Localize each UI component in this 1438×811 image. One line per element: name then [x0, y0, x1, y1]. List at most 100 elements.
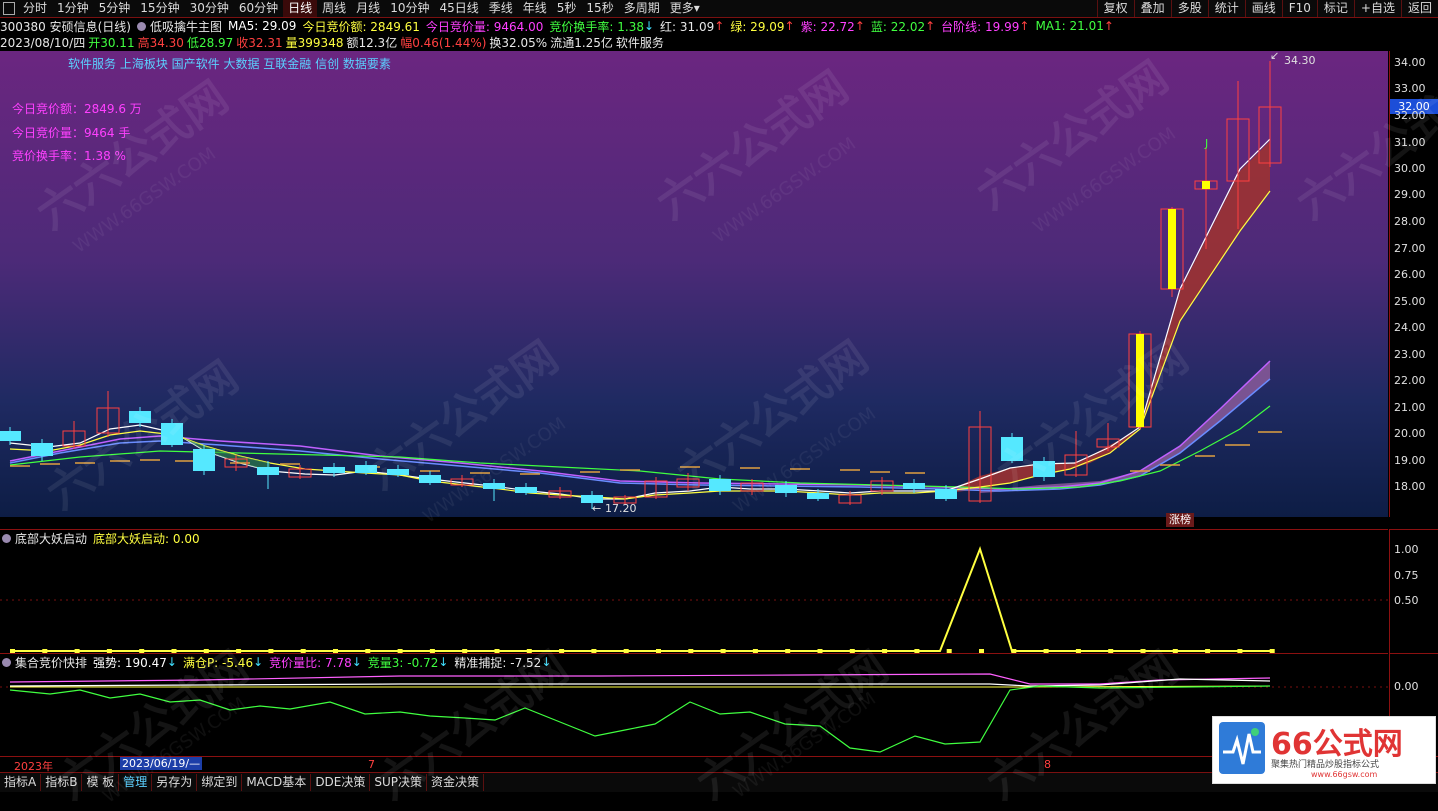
change-value: 幅0.46(1.44%): [400, 35, 487, 50]
tab-multi-period[interactable]: 多周期: [619, 0, 665, 17]
sup-tab[interactable]: SUP决策: [370, 774, 428, 791]
price-tick: 27.00: [1394, 242, 1426, 255]
indicator-a-tab[interactable]: 指标A: [0, 774, 42, 791]
tab-60min[interactable]: 60分钟: [234, 0, 283, 17]
candle-body-yellow: [1168, 209, 1176, 289]
indicator-name[interactable]: 低吸擒牛主图: [150, 18, 222, 35]
tab-30min[interactable]: 30分钟: [185, 0, 234, 17]
tab-yearly[interactable]: 年线: [518, 0, 552, 17]
blue-line-value: 蓝: 22.02: [870, 19, 926, 34]
capital-tab[interactable]: 资金决策: [427, 774, 485, 791]
annot-jj-turnover: 竞价换手率：1.38 %: [12, 149, 126, 163]
amount-value: 额12.3亿: [346, 35, 398, 50]
period-toolbar: 分时 1分钟 5分钟 15分钟 30分钟 60分钟 日线 周线 月线 10分钟 …: [0, 0, 1438, 18]
tab-5sec[interactable]: 5秒: [552, 0, 582, 17]
blue-ma-line: [9, 378, 1271, 492]
multi-stock-button[interactable]: 多股: [1170, 0, 1208, 17]
red-green-band: [948, 141, 1270, 493]
sector-name: 软件服务: [615, 35, 664, 50]
mark-button[interactable]: 标记: [1316, 0, 1354, 17]
candle-body: [161, 423, 183, 445]
site-logo: 66公式网 聚集热门精品炒股指标公式 www.66gsw.com: [1212, 716, 1436, 784]
magenta-line: [9, 673, 1271, 685]
draw-line-button[interactable]: 画线: [1244, 0, 1282, 17]
sub1-tick: 1.00: [1394, 543, 1419, 556]
price-tick: 28.00: [1394, 215, 1426, 228]
close-value: 收32.31: [236, 35, 283, 50]
candle-body-yellow: [1202, 181, 1210, 189]
candle-body: [387, 469, 409, 475]
main-kline-chart[interactable]: 17.20 ← 34.30 ↙ J 涨榜: [0, 51, 1388, 527]
candle-body: [709, 479, 731, 491]
annot-jj-amount: 今日竞价额：2849.6 万: [12, 102, 142, 116]
candle-body: [1033, 461, 1055, 477]
price-tick: 23.00: [1394, 348, 1426, 361]
sub1-svg: [0, 545, 1388, 653]
low-arrow-icon: ←: [592, 502, 601, 515]
indicator-b-tab[interactable]: 指标B: [41, 774, 83, 791]
menu-icon[interactable]: [3, 2, 15, 15]
save-as-tab[interactable]: 另存为: [152, 774, 198, 791]
tab-45day[interactable]: 45日线: [434, 0, 483, 17]
sub1-axis: 1.00 0.75 0.50: [1389, 529, 1438, 653]
stats-button[interactable]: 统计: [1207, 0, 1245, 17]
back-button[interactable]: 返回: [1400, 0, 1438, 17]
cursor-date: 2023/06/19/—: [120, 757, 203, 770]
candle-body: [323, 467, 345, 473]
candle-body: [903, 483, 925, 489]
annot-jj-volume: 今日竞价量：9464 手: [12, 126, 131, 140]
tab-15min[interactable]: 15分钟: [135, 0, 184, 17]
price-tick: 26.00: [1394, 268, 1426, 281]
bind-to-tab[interactable]: 绑定到: [197, 774, 243, 791]
add-watchlist-button[interactable]: +自选: [1353, 0, 1401, 17]
template-tab[interactable]: 模 板: [82, 774, 120, 791]
float-shares: 流通1.25亿: [550, 35, 613, 50]
price-tick: 20.00: [1394, 427, 1426, 440]
gear-icon[interactable]: [137, 21, 146, 31]
macd-tab[interactable]: MACD基本: [242, 774, 312, 791]
candle-body: [483, 483, 505, 489]
candle-body: [515, 487, 537, 493]
candle-body: [355, 465, 377, 473]
candle-body: [775, 485, 797, 493]
sub-panel-bottom-demon[interactable]: 底部大妖启动 底部大妖启动: 0.00: [0, 529, 1388, 653]
high-value: 高34.30: [137, 35, 184, 50]
candle-body: [257, 467, 279, 475]
arrow-up-icon: ↑: [1103, 19, 1114, 33]
f10-button[interactable]: F10: [1281, 0, 1317, 17]
price-tick: 19.00: [1394, 454, 1426, 467]
green-line: [9, 685, 1271, 753]
tab-more[interactable]: 更多▾: [665, 0, 705, 17]
low-label: 17.20: [605, 502, 637, 515]
tab-10min[interactable]: 10分钟: [385, 0, 434, 17]
dde-tab[interactable]: DDE决策: [311, 774, 371, 791]
tab-daily[interactable]: 日线: [283, 0, 318, 17]
overlay-button[interactable]: 叠加: [1133, 0, 1171, 17]
high-arrow-icon: ↙: [1270, 51, 1279, 62]
sub-panel-auction-rank[interactable]: 集合竞价快排 强势: 190.47 ↓ 满仓P: -5.46 ↓ 竞价量比: 7…: [0, 653, 1388, 756]
logo-subtitle: 聚集热门精品炒股指标公式: [1271, 760, 1380, 770]
step-line-value: 台阶线: 19.99: [941, 19, 1020, 34]
price-tick: 24.00: [1394, 321, 1426, 334]
tab-15sec[interactable]: 15秒: [581, 0, 618, 17]
logo-mark-icon: [1219, 722, 1265, 774]
red-line-value: 红: 31.09: [660, 19, 715, 34]
jj-volume: 今日竞价量: 9464.00: [425, 19, 544, 34]
fuquan-button[interactable]: 复权: [1096, 0, 1134, 17]
tab-weekly[interactable]: 周线: [317, 0, 351, 17]
tab-monthly[interactable]: 月线: [351, 0, 385, 17]
arrow-down-icon: ↓: [643, 19, 655, 33]
turnover-value: 换32.05%: [489, 35, 548, 50]
manage-tab[interactable]: 管理: [119, 774, 153, 791]
tab-5min[interactable]: 5分钟: [94, 0, 136, 17]
j-mark: J: [1204, 137, 1208, 150]
price-tick: 22.00: [1394, 374, 1426, 387]
arrow-up-icon: ↑: [784, 19, 795, 33]
tab-fenshi[interactable]: 分时: [18, 0, 52, 17]
tab-1min[interactable]: 1分钟: [52, 0, 94, 17]
arrow-up-icon: ↑: [925, 19, 936, 33]
candle-body: [1001, 437, 1023, 461]
price-axis: 32.00 34.00 33.00 32.00 31.00 30.00 29.0…: [1389, 51, 1438, 517]
tab-quarterly[interactable]: 季线: [484, 0, 518, 17]
ohlc-info-line: 2023/08/10/四 开30.11 高34.30 低28.97 收32.31…: [0, 34, 664, 50]
